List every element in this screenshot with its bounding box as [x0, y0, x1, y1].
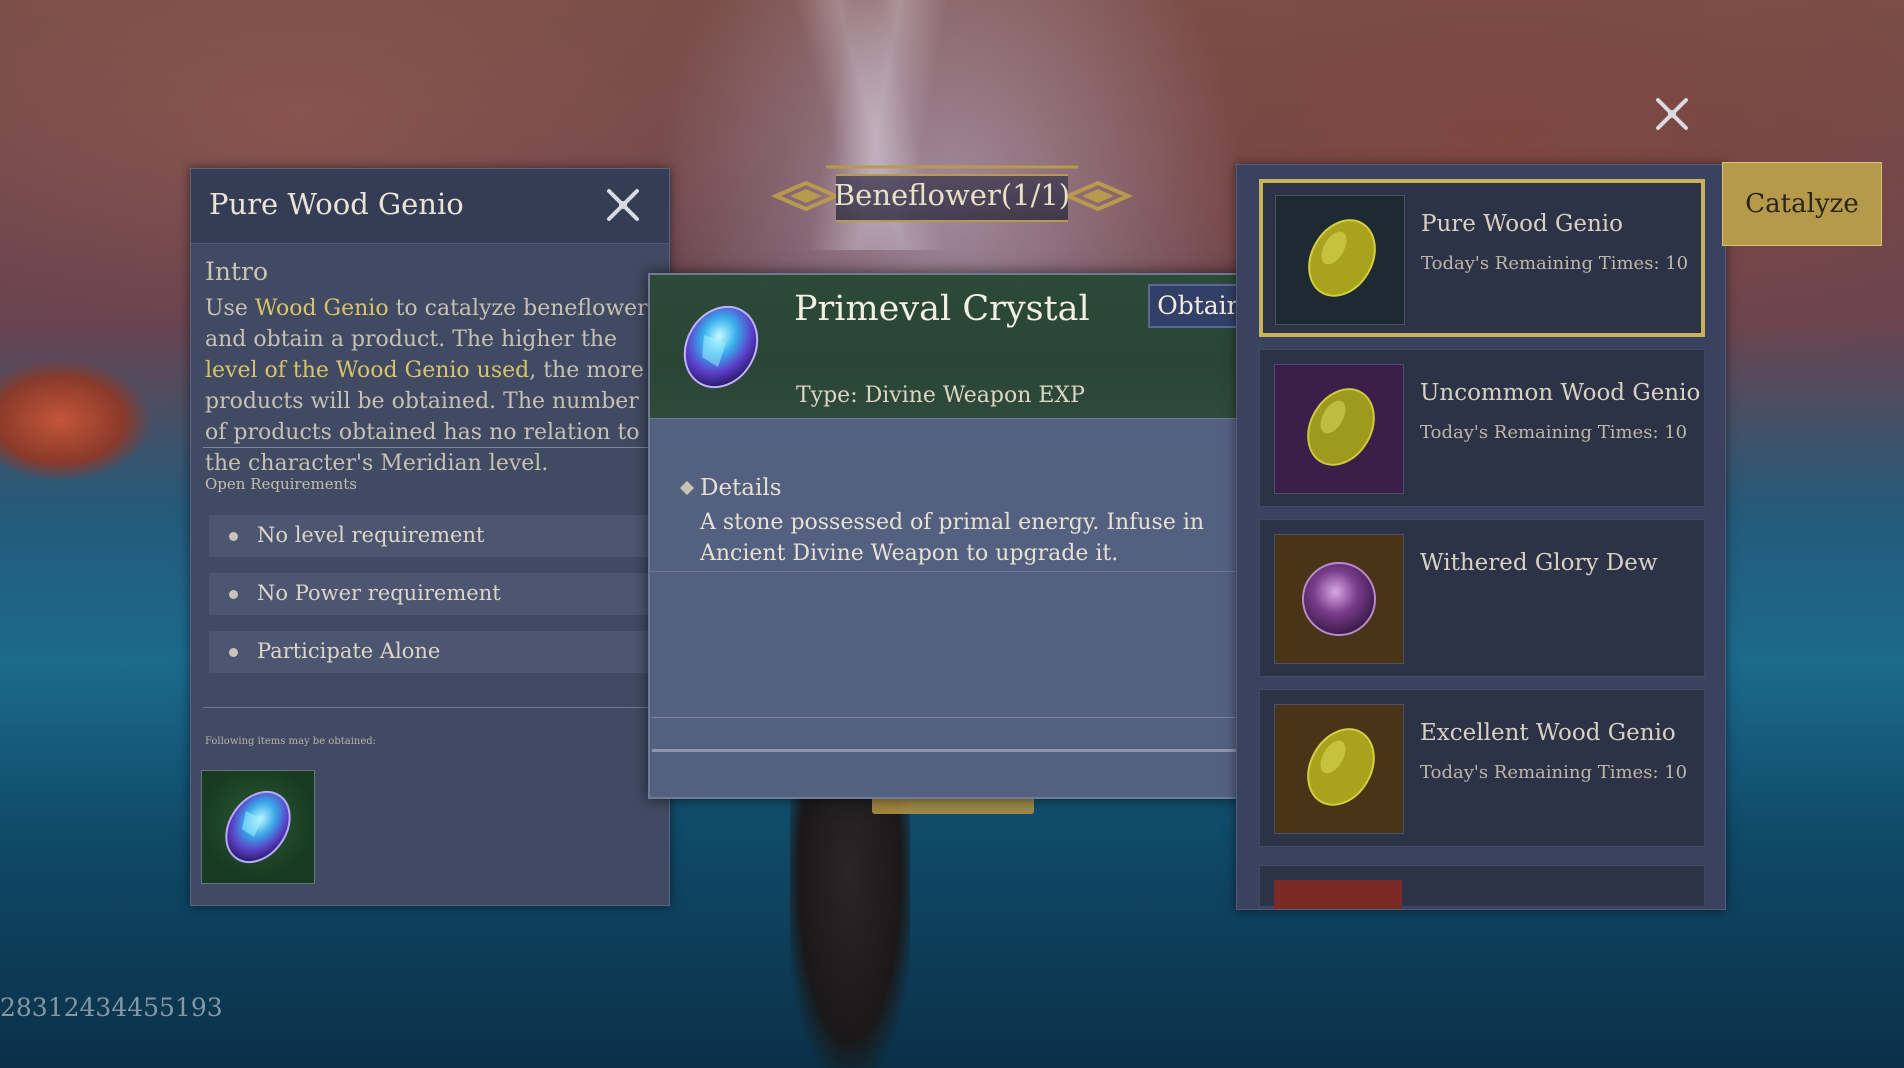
- diamond-bullet-icon: [679, 480, 695, 496]
- divider: [652, 717, 1260, 718]
- info-panel-header: Pure Wood Genio: [191, 169, 669, 244]
- open-requirements-label: Open Requirements: [205, 475, 357, 493]
- requirement-row: Participate Alone: [209, 631, 649, 673]
- info-panel: Pure Wood Genio Intro Use Wood Genio to …: [190, 168, 670, 906]
- panel-title: Pure Wood Genio: [209, 187, 464, 221]
- bullet-icon: [229, 590, 238, 599]
- requirement-label: No level requirement: [257, 523, 485, 547]
- catalyze-button[interactable]: Catalyze: [1722, 162, 1882, 246]
- close-icon[interactable]: [1652, 94, 1692, 134]
- close-icon[interactable]: [603, 185, 643, 225]
- wood-genio-icon: [1274, 704, 1404, 834]
- list-item[interactable]: Excellent Wood Genio Today's Remaining T…: [1259, 689, 1705, 847]
- list-item[interactable]: Withered Glory Dew: [1259, 519, 1705, 677]
- requirement-row: No Power requirement: [209, 573, 649, 615]
- divider: [650, 571, 1262, 572]
- banner-title: Beneflower(1/1): [833, 178, 1071, 212]
- requirement-label: No Power requirement: [257, 581, 501, 605]
- intro-text: Use Wood Genio to catalyze beneflower an…: [205, 296, 648, 476]
- beneflower-banner: Beneflower(1/1): [766, 165, 1138, 227]
- item-name: Withered Glory Dew: [1420, 550, 1658, 576]
- obtainable-items-label: Following items may be obtained:: [205, 736, 377, 747]
- genio-list-panel[interactable]: Pure Wood Genio Today's Remaining Times:…: [1236, 164, 1726, 910]
- wood-genio-icon: [1274, 364, 1404, 494]
- list-item[interactable]: Pure Wood Genio Today's Remaining Times:…: [1259, 179, 1705, 337]
- item-name: Excellent Wood Genio: [1420, 720, 1676, 746]
- background-coral: [0, 360, 150, 480]
- bullet-icon: [229, 648, 238, 657]
- item-remaining-times: Today's Remaining Times: 10: [1420, 422, 1688, 443]
- divider: [203, 707, 655, 708]
- primeval-crystal-icon: [676, 297, 766, 395]
- item-type: Type: Divine Weapon EXP: [796, 383, 1085, 408]
- item-remaining-times: Today's Remaining Times: 10: [1421, 253, 1689, 274]
- item-name: Pure Wood Genio: [1421, 211, 1624, 237]
- primeval-crystal-icon: [225, 790, 291, 864]
- requirement-row: No level requirement: [209, 515, 649, 557]
- item-name: Uncommon Wood Genio: [1420, 380, 1701, 406]
- item-remaining-times: Today's Remaining Times: 10: [1420, 762, 1688, 783]
- intro-heading: Intro: [205, 257, 269, 286]
- requirement-label: Participate Alone: [257, 639, 441, 663]
- item-thumbnail: [1274, 880, 1402, 909]
- reward-item-slot[interactable]: [201, 770, 315, 884]
- item-tooltip: Primeval Crystal Obtain Type: Divine Wea…: [648, 273, 1264, 799]
- glory-dew-icon: [1274, 534, 1404, 664]
- bullet-icon: [229, 532, 238, 541]
- player-uid: 28312434455193: [0, 993, 223, 1022]
- details-heading: Details: [700, 475, 782, 501]
- list-item[interactable]: [1259, 865, 1705, 909]
- item-title: Primeval Crystal: [794, 289, 1090, 329]
- tooltip-header: Primeval Crystal Obtain Type: Divine Wea…: [650, 275, 1262, 419]
- list-item[interactable]: Uncommon Wood Genio Today's Remaining Ti…: [1259, 349, 1705, 507]
- details-text: A stone possessed of primal energy. Infu…: [700, 510, 1205, 566]
- divider: [203, 447, 655, 448]
- background-stalk: [790, 790, 910, 1068]
- wood-genio-icon: [1275, 195, 1405, 325]
- divider: [652, 749, 1260, 752]
